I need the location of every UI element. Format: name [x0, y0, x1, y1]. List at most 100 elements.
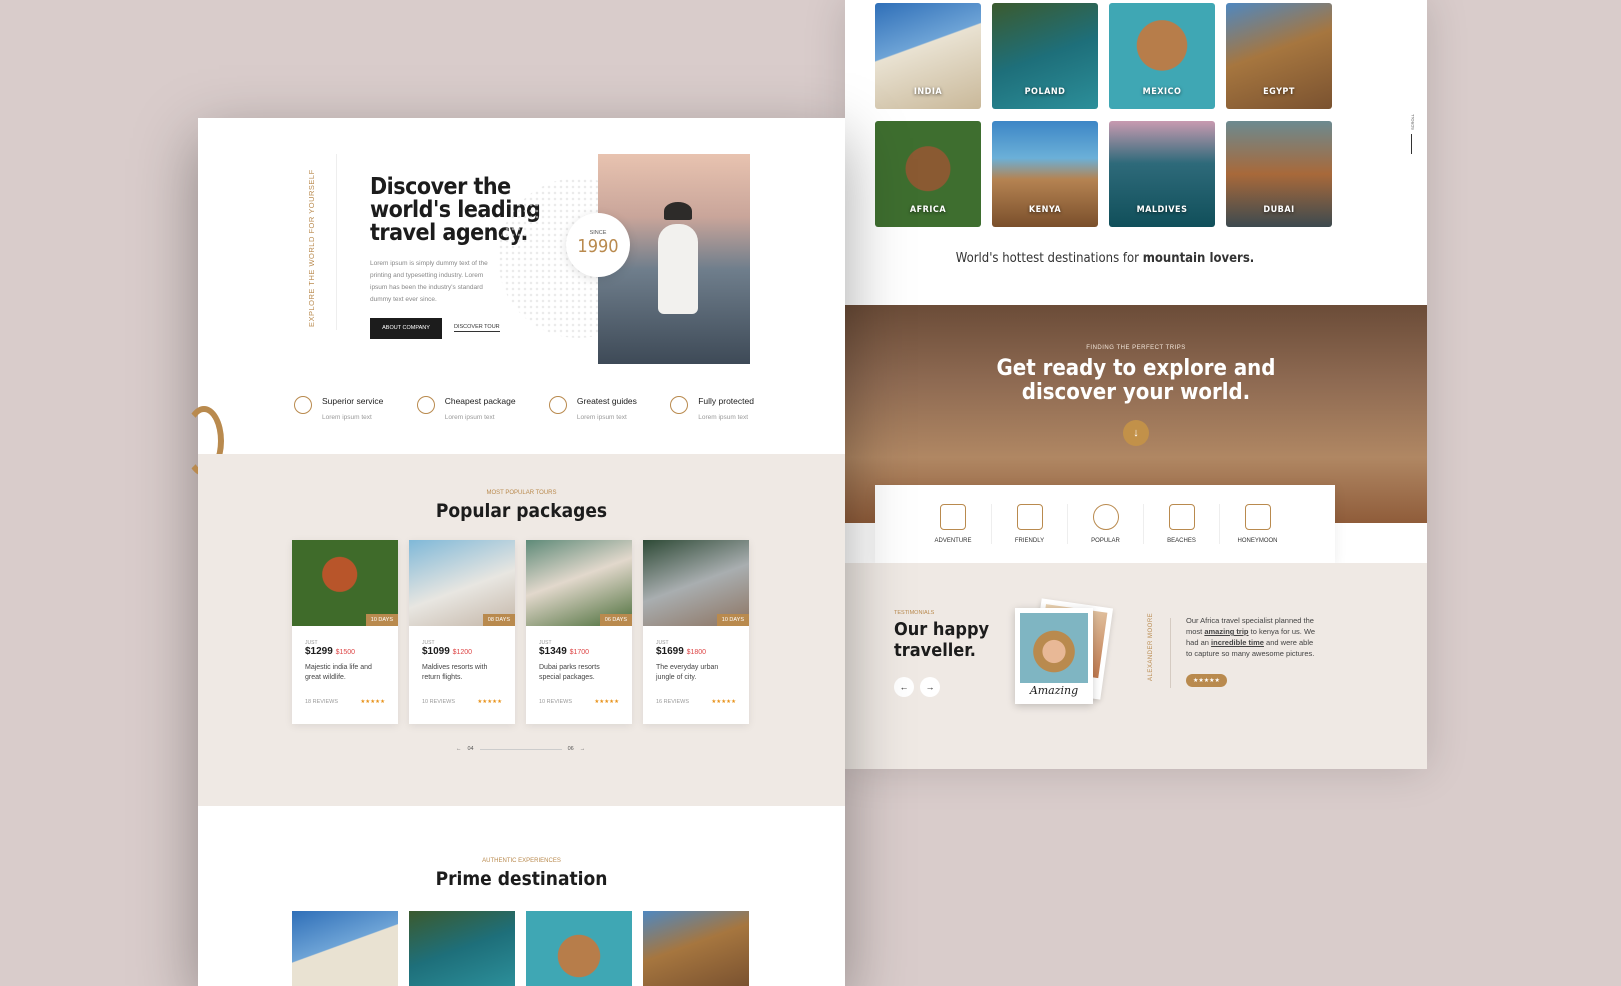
canoe-icon [940, 504, 966, 530]
polaroid-caption: Amazing [1029, 684, 1079, 697]
scroll-down-button[interactable]: ↓ [1123, 420, 1149, 446]
feature-subtitle: Lorem ipsum text [444, 414, 495, 421]
destination-tile-africa[interactable]: AFRICA [875, 121, 981, 227]
category-bar: ADVENTURE FRIENDLY POPULAR BEACHES HONEY… [875, 485, 1335, 563]
days-badge: 08 DAYS [482, 614, 515, 626]
destination-label: MEXICO [1142, 87, 1182, 97]
prime-kicker: AUTHENTIC EXPERIENCES [482, 858, 561, 864]
hottest-bold: mountain lovers. [1142, 251, 1255, 266]
star-rating: ★★★★★ [594, 699, 619, 705]
destination-tile-mexico[interactable]: MEXICO [1109, 3, 1215, 109]
old-price: $1800 [686, 649, 707, 656]
hero-title-line1: Discover the [370, 174, 511, 200]
destination-tile-egypt[interactable]: EGYPT [1226, 3, 1332, 109]
destination-label: INDIA [913, 87, 943, 97]
divider [1170, 618, 1171, 688]
category-label: ADVENTURE [934, 538, 972, 544]
package-price: $1099 [422, 646, 450, 657]
popular-section: MOST POPULAR TOURS Popular packages 10 D… [198, 454, 845, 806]
polaroid-photo [1020, 613, 1088, 683]
feature-title: Superior service [322, 396, 384, 406]
left-page: EXPLORE THE WORLD FOR YOURSELF Discover … [184, 118, 845, 986]
package-card[interactable]: 10 DAYS JUST $1699 $1800 The everyday urba… [643, 540, 749, 724]
destination-tile-maldives[interactable]: MALDIVES [1109, 121, 1215, 227]
package-photo: 06 DAYS [526, 540, 632, 626]
package-photo: 10 DAYS [643, 540, 749, 626]
prev-testimonial-button[interactable]: ← [894, 677, 914, 697]
destination-label: DUBAI [1263, 205, 1295, 215]
destination-label: KENYA [1028, 205, 1062, 215]
since-year: 1990 [577, 236, 619, 257]
destination-label: POLAND [1024, 87, 1066, 97]
reviewer-name: ALEXANDER MOORE [1148, 612, 1154, 681]
scroll-label[interactable]: SCROLL [1410, 114, 1415, 130]
rating-badge: ★★★★★ [1186, 674, 1227, 687]
pager-start: 04 [467, 746, 474, 752]
pager-end: 06 [567, 746, 574, 752]
testimonials-title-line1: Our happy [894, 619, 990, 640]
category-label: BEACHES [1167, 538, 1196, 544]
globe-icon [416, 396, 435, 414]
scroll-line [1411, 134, 1412, 154]
package-price: $1349 [539, 646, 567, 657]
package-card[interactable]: 10 DAYS JUST $1299 $1500 Majestic india li… [292, 540, 398, 724]
testimonials-title: Our happy traveller. [894, 619, 989, 661]
days-badge: 10 DAYS [716, 614, 749, 626]
destination-label: EGYPT [1263, 87, 1295, 97]
destination-tile-india[interactable]: INDIA [875, 3, 981, 109]
package-card[interactable]: 08 DAYS JUST $1099 $1200 Maldives resorts … [409, 540, 515, 724]
category-popular[interactable]: POPULAR [1067, 504, 1143, 544]
bed-icon [1244, 504, 1271, 530]
star-rating: ★★★★★ [360, 699, 385, 705]
shield-icon [670, 396, 689, 414]
prime-tile[interactable] [643, 911, 749, 986]
feature-title: Greatest guides [576, 396, 637, 406]
review-count: 16 REVIEWS [656, 699, 690, 705]
about-company-button[interactable]: ABOUT COMPANY [370, 318, 442, 339]
award-icon [294, 396, 312, 414]
packages-list: 10 DAYS JUST $1299 $1500 Majestic india li… [292, 540, 749, 724]
testimonial-quote: Our Africa travel specialist planned the… [1186, 615, 1316, 659]
pager-next-icon[interactable]: → [580, 746, 586, 752]
umbrella-icon [1168, 504, 1195, 530]
destination-tile-poland[interactable]: POLAND [992, 3, 1098, 109]
review-count: 18 REVIEWS [305, 699, 339, 705]
pager-prev-icon[interactable]: ← [456, 746, 462, 752]
package-card[interactable]: 06 DAYS JUST $1349 $1700 Dubai parks resor… [526, 540, 632, 724]
destination-tile-kenya[interactable]: KENYA [992, 121, 1098, 227]
arrow-right-icon: → [925, 682, 935, 692]
category-friendly[interactable]: FRIENDLY [991, 504, 1067, 544]
prime-tile[interactable] [409, 911, 515, 986]
category-beaches[interactable]: BEACHES [1143, 504, 1219, 544]
globe-icon [1092, 504, 1119, 530]
pager-track[interactable] [479, 748, 562, 750]
prime-tile[interactable] [292, 911, 398, 986]
category-honeymoon[interactable]: HONEYMOON [1219, 504, 1295, 544]
features-row: Superior service Lorem ipsum text Cheapes… [294, 396, 754, 424]
guide-icon [548, 396, 567, 414]
feature-cheapest-package: Cheapest package Lorem ipsum text [416, 396, 516, 424]
right-page: INDIA POLAND MEXICO EGYPT AFRICA KENYA M… [845, 0, 1427, 769]
banner-title-line2: discover your world. [1021, 380, 1251, 405]
destination-tile-dubai[interactable]: DUBAI [1226, 121, 1332, 227]
testimonials-kicker: TESTIMONIALS [894, 610, 935, 616]
prime-title: Prime destination [435, 868, 608, 890]
arrow-down-icon: ↓ [1133, 427, 1139, 439]
category-label: POPULAR [1091, 538, 1120, 544]
feature-subtitle: Lorem ipsum text [576, 414, 627, 421]
quote-highlight: incredible time [1211, 638, 1264, 647]
hat-shape [664, 202, 692, 220]
prime-tile[interactable] [526, 911, 632, 986]
package-price: $1699 [656, 646, 684, 657]
arrow-left-icon: ← [899, 682, 909, 692]
category-adventure[interactable]: ADVENTURE [915, 504, 991, 544]
destination-grid-row2: AFRICA KENYA MALDIVES DUBAI [875, 121, 1335, 227]
next-testimonial-button[interactable]: → [920, 677, 940, 697]
feature-superior-service: Superior service Lorem ipsum text [294, 396, 383, 424]
feature-subtitle: Lorem ipsum text [698, 414, 749, 421]
vertical-tagline: EXPLORE THE WORLD FOR YOURSELF [307, 169, 316, 327]
discover-tour-link[interactable]: DISCOVER TOUR [454, 324, 500, 332]
days-badge: 10 DAYS [365, 614, 398, 626]
package-description: Majestic india life and great wildlife. [305, 664, 372, 681]
hottest-destinations-text: World's hottest destinations for mountai… [875, 251, 1335, 266]
